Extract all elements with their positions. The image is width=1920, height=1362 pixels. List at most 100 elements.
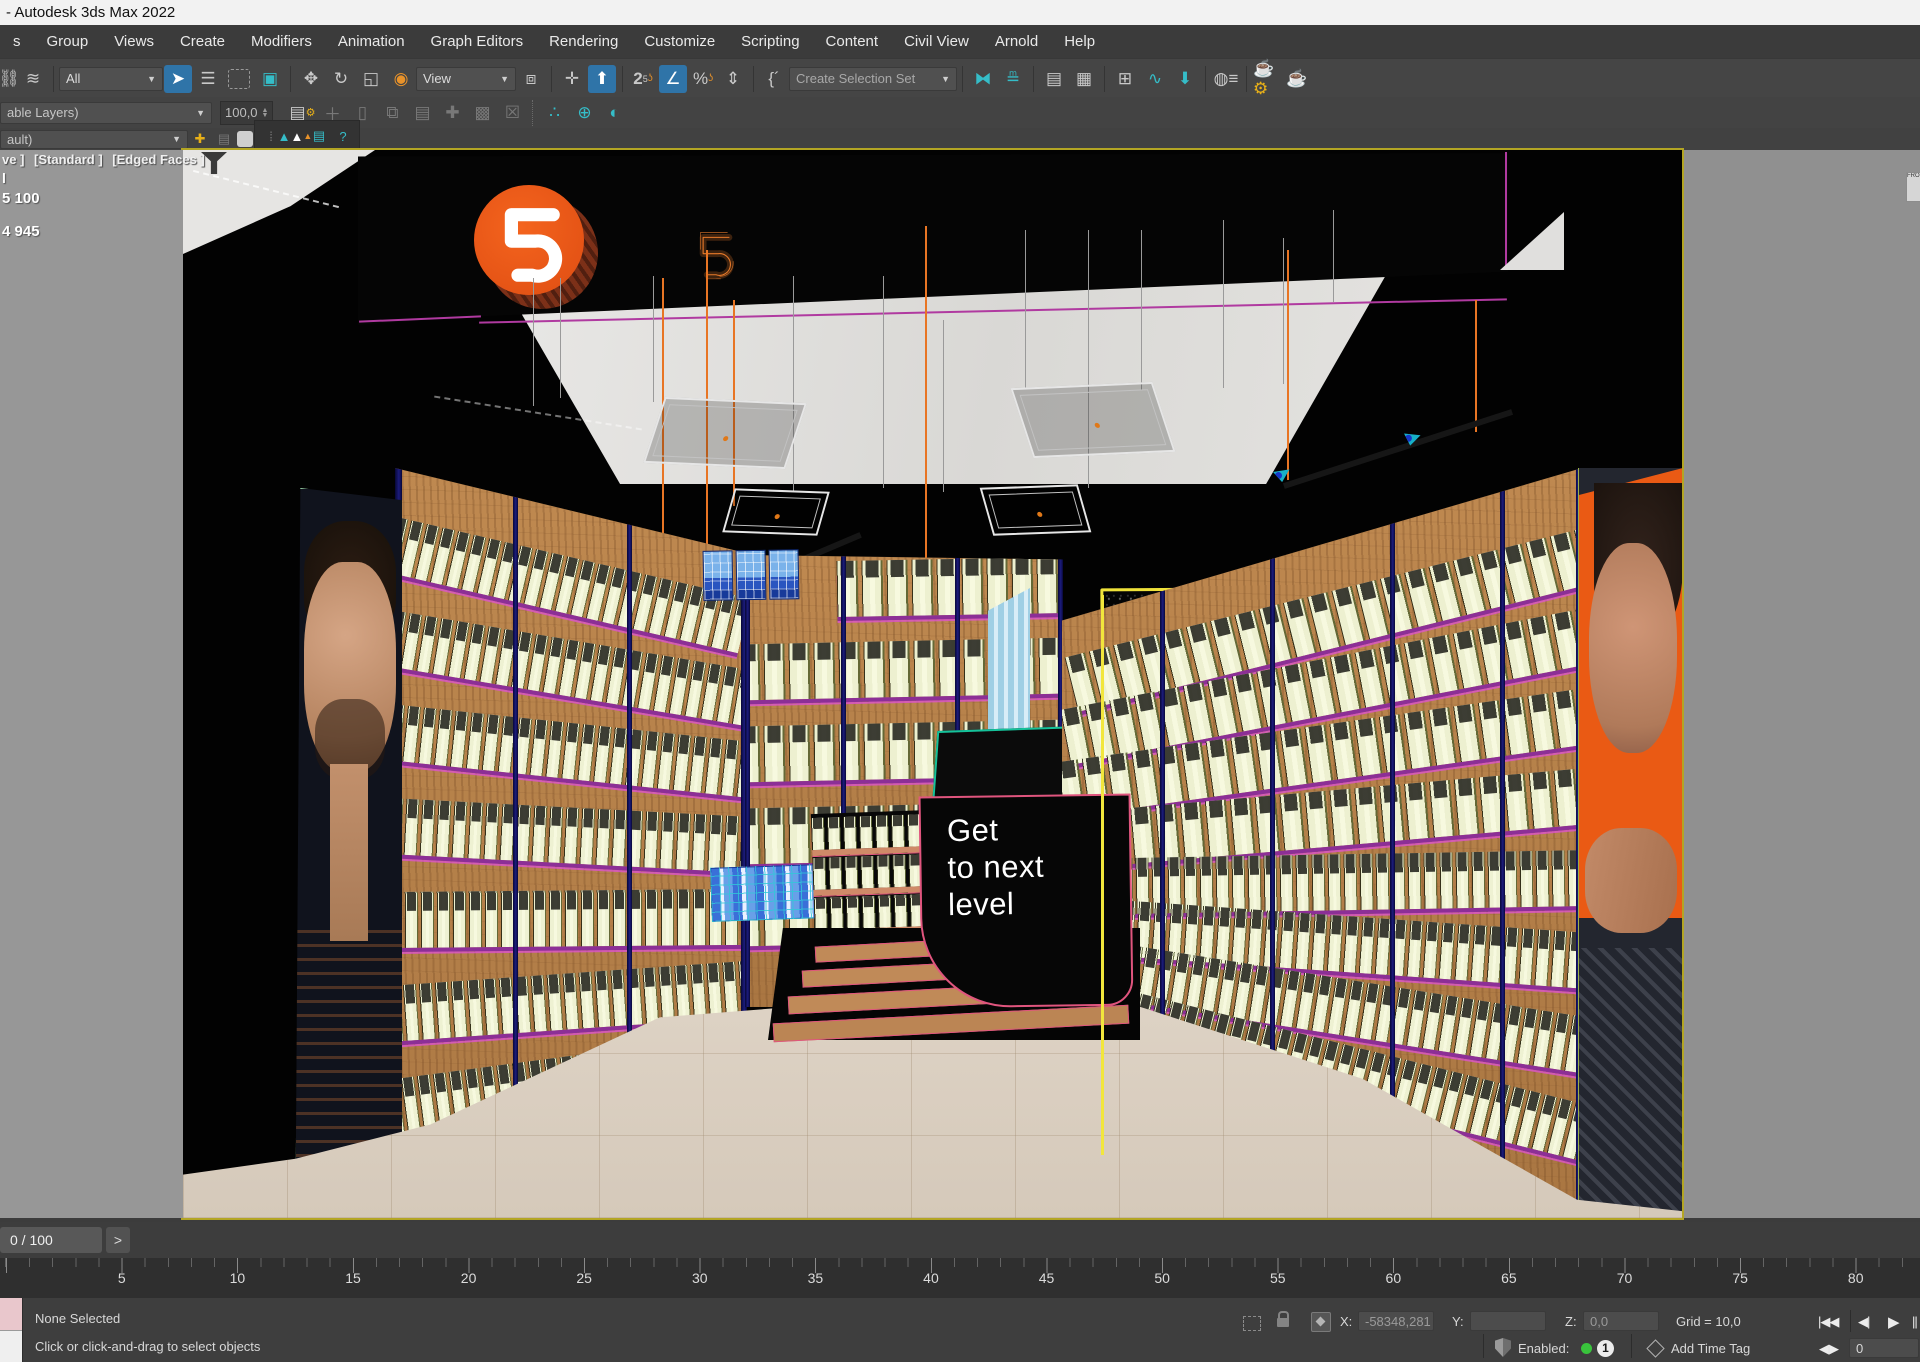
auto-key-target-icon[interactable]: ⊕ [570, 99, 598, 127]
menu-item[interactable]: Modifiers [238, 25, 325, 58]
frame-label: 80 [1798, 1270, 1914, 1286]
previous-frame-button[interactable]: ◀| [1858, 1314, 1869, 1330]
maxscript-editor-icon[interactable]: {´ [760, 65, 788, 93]
paste-new-layer-icon[interactable]: ✚ [438, 99, 466, 127]
select-object-button[interactable]: ➤ [164, 65, 192, 93]
x-coordinate-field[interactable]: -58348,281 [1358, 1311, 1434, 1331]
isolate-selection-icon[interactable] [1243, 1316, 1261, 1331]
maxscript-mini-listener[interactable] [0, 1298, 23, 1362]
mirror-button[interactable]: ⧓ [969, 65, 997, 93]
menu-item[interactable]: Customize [631, 25, 728, 58]
vegetation-icon[interactable]: ▲▲▲ [284, 126, 306, 146]
named-selection-sets-dropdown[interactable]: Create Selection Set▼ [789, 67, 957, 91]
absolute-offset-toggle[interactable] [1311, 1312, 1331, 1332]
select-and-scale-button[interactable]: ◱ [357, 65, 385, 93]
schematic-view-button[interactable]: ⬇ [1171, 65, 1199, 93]
render-setup-button[interactable]: ☕⚙ [1253, 65, 1281, 93]
default-preset-dropdown[interactable]: ault)▼ [0, 130, 188, 149]
percent-snap-toggle[interactable]: %ʖ [689, 65, 717, 93]
key-step-arrows[interactable]: ◀▶ [1819, 1341, 1839, 1357]
trackbar-frame-labels: 5101520253035404550556065707580 [0, 1270, 1920, 1286]
help-icon[interactable]: ? [332, 126, 354, 146]
angle-snap-toggle[interactable]: ∠ [659, 65, 687, 93]
rectangular-selection-region-button[interactable] [228, 69, 250, 89]
current-frame-field[interactable]: 0 / 100 [0, 1227, 102, 1253]
pillar-selected-edge [1101, 595, 1104, 1155]
curve-editor-button[interactable]: ∿ [1141, 65, 1169, 93]
menu-item[interactable]: Civil View [891, 25, 982, 58]
next-frame-button[interactable]: > [106, 1227, 130, 1253]
menu-item[interactable]: Create [167, 25, 238, 58]
menu-item[interactable]: s [0, 25, 34, 58]
frame-label: 65 [1451, 1270, 1567, 1286]
front-view-tab[interactable]: FRO [1906, 172, 1920, 202]
menu-item[interactable]: Group [34, 25, 102, 58]
window-titlebar[interactable]: - Autodesk 3ds Max 2022 [0, 0, 1920, 25]
spinner-arrows-icon[interactable]: ▲▼ [262, 108, 269, 118]
disable-layers-icon[interactable]: ☒ [498, 99, 526, 127]
go-to-start-button[interactable]: |◀◀ [1818, 1314, 1838, 1330]
y-coordinate-field[interactable] [1470, 1311, 1546, 1331]
track-bar[interactable]: 5101520253035404550556065707580 [0, 1258, 1920, 1298]
select-by-name-button[interactable]: ☰ [194, 65, 222, 93]
viewport-pov-label[interactable]: ve ] [2, 152, 24, 167]
viewport-edged-faces-label[interactable]: [Edged Faces ] [112, 152, 204, 167]
document-notes-icon[interactable]: ▤ [308, 126, 330, 146]
menu-item[interactable]: Help [1051, 25, 1108, 58]
select-and-manipulate-button[interactable]: ✛ [558, 65, 586, 93]
align-button[interactable]: ≞ [999, 65, 1027, 93]
bind-to-spacewarp-icon[interactable]: ≋ [19, 65, 47, 93]
select-and-place-button[interactable]: ◉ [387, 65, 415, 93]
copy-layer-icon[interactable]: ⧉ [378, 99, 406, 127]
selection-filter-dropdown[interactable]: All▼ [59, 67, 163, 91]
menu-item[interactable]: Content [813, 25, 892, 58]
use-pivot-center-button[interactable]: ⧈ [517, 65, 545, 93]
selection-lock-icon[interactable] [1277, 1318, 1289, 1327]
z-label: Z: [1565, 1314, 1577, 1329]
render-production-button[interactable]: ☕ [1283, 65, 1311, 93]
scene-explorer-button[interactable]: ▦ [1070, 65, 1098, 93]
frame-label: 60 [1336, 1270, 1452, 1286]
light-cord [1475, 300, 1477, 432]
viewport-shading-label[interactable]: [Standard ] [34, 152, 103, 167]
menu-item[interactable]: Scripting [728, 25, 812, 58]
reference-coordinate-dropdown[interactable]: View▼ [416, 67, 516, 91]
window-crossing-toggle[interactable]: ▣ [256, 65, 284, 93]
menu-item[interactable]: Rendering [536, 25, 631, 58]
ribbon-toggle-button[interactable]: ⊞ [1111, 65, 1139, 93]
frame-number-field[interactable]: 0 [1849, 1338, 1919, 1358]
layer-explorer-button[interactable]: ▤ [1040, 65, 1068, 93]
select-and-link-icon[interactable]: ⛓ [1, 65, 17, 93]
spinner-snap-toggle[interactable]: ⇕ [719, 65, 747, 93]
menu-item[interactable]: Graph Editors [418, 25, 537, 58]
suspension-wire [653, 276, 654, 402]
z-coordinate-field[interactable]: 0,0 [1583, 1311, 1659, 1331]
menu-item[interactable]: Animation [325, 25, 418, 58]
add-icon[interactable]: ✚ [189, 129, 211, 149]
select-and-move-button[interactable]: ✥ [297, 65, 325, 93]
perspective-viewport[interactable]: Get to next level [183, 150, 1682, 1218]
frame-label: 10 [180, 1270, 296, 1286]
animation-layers-dropdown[interactable]: able Layers)▼ [0, 102, 212, 124]
play-button[interactable]: ▶ [1888, 1313, 1899, 1331]
menu-item[interactable]: Views [101, 25, 167, 58]
key-filters-icon[interactable]: ∴ [540, 99, 568, 127]
collapse-layers-icon[interactable]: ▩ [468, 99, 496, 127]
frame-label: 35 [758, 1270, 874, 1286]
paste-layer-icon[interactable]: ▤ [408, 99, 436, 127]
select-key-objects-icon[interactable]: ◐ [600, 99, 628, 127]
clipped-playback-button[interactable]: || [1912, 1314, 1917, 1329]
material-editor-button[interactable]: ◍≡ [1212, 65, 1240, 93]
add-time-tag[interactable]: Add Time Tag [1671, 1341, 1750, 1356]
keyboard-shortcut-override-toggle[interactable]: ⬆ [588, 65, 616, 93]
macro-recorder-pane[interactable] [0, 1298, 22, 1331]
menu-item[interactable]: Arnold [982, 25, 1051, 58]
select-and-rotate-button[interactable]: ↻ [327, 65, 355, 93]
shield-icon[interactable] [1495, 1338, 1511, 1357]
listener-pane[interactable] [0, 1331, 22, 1362]
snaps-toggle-2.5d[interactable]: 25ʖ [629, 65, 657, 93]
viewport-label[interactable]: ve ] [Standard ] [Edged Faces ] [2, 152, 211, 167]
blank-swatch[interactable] [237, 131, 253, 147]
layers-stack-icon[interactable]: ▤ [213, 129, 235, 149]
enabled-count-badge[interactable]: 1 [1597, 1340, 1614, 1357]
